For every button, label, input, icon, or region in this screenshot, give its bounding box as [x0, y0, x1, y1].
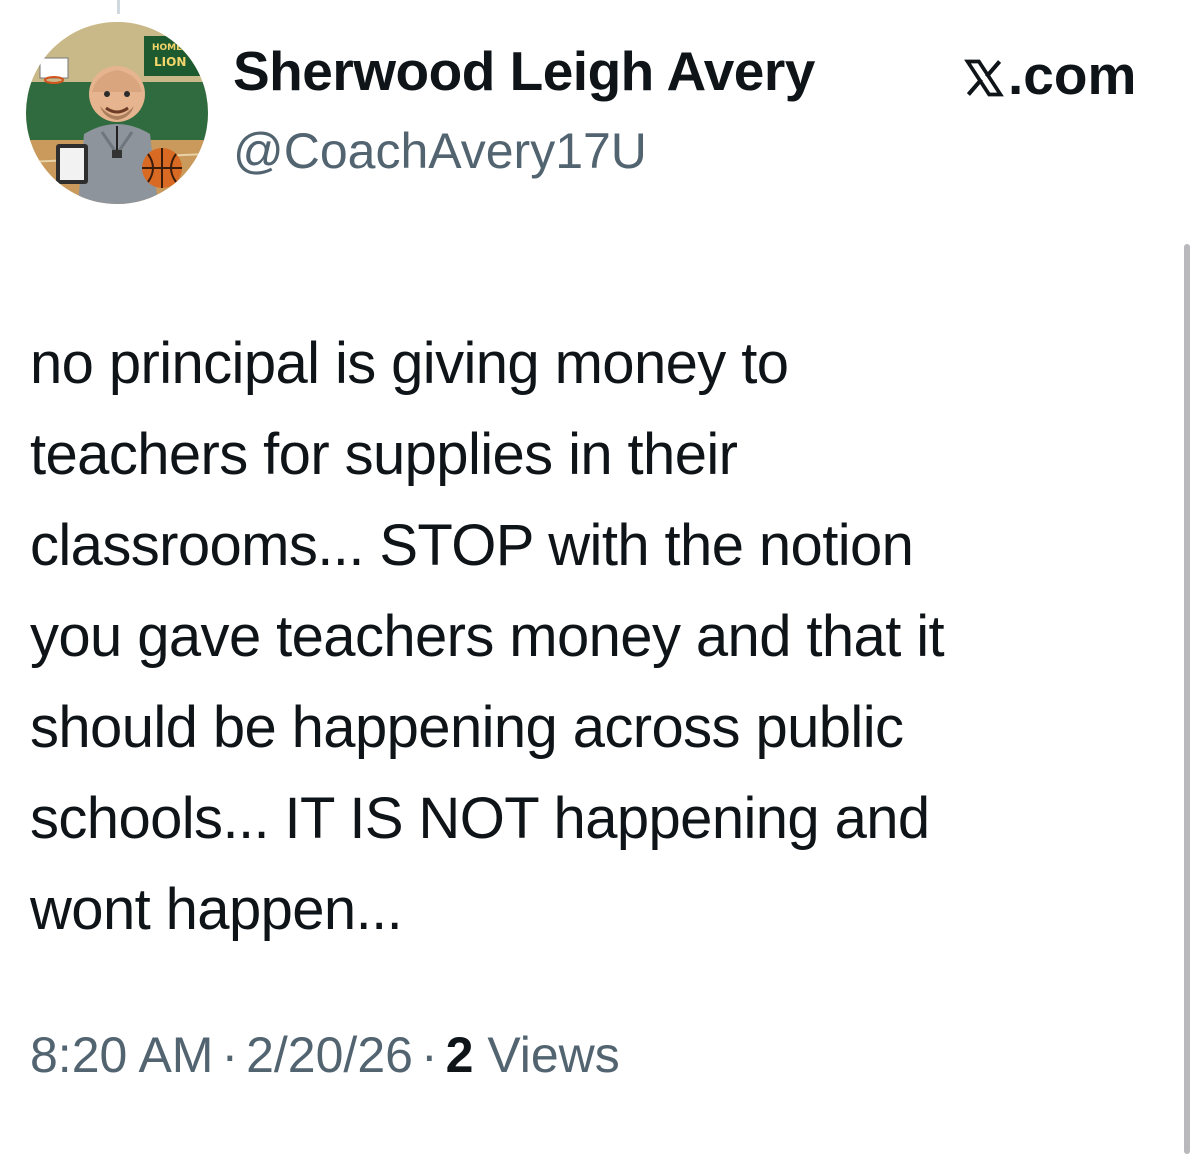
meta-separator: ·: [221, 1027, 239, 1083]
view-count: 2: [445, 1027, 474, 1083]
tweet-body-text: no principal is giving money to teachers…: [30, 331, 945, 942]
views-label[interactable]: Views: [487, 1027, 619, 1083]
tweet-date[interactable]: 2/20/26: [246, 1027, 413, 1083]
tweet-metadata: 8:20 AM · 2/20/26 · 2 Views: [30, 1030, 620, 1080]
meta-separator: ·: [420, 1027, 438, 1083]
author-handle[interactable]: @CoachAvery17U: [233, 126, 647, 176]
x-logo-icon: [962, 54, 1006, 98]
tweet-time[interactable]: 8:20 AM: [30, 1027, 213, 1083]
avatar-illustration: HOME LION: [26, 22, 208, 204]
svg-text:HOME: HOME: [152, 43, 182, 53]
scroll-indicator[interactable]: [1184, 244, 1190, 1154]
author-avatar[interactable]: HOME LION: [26, 22, 208, 204]
thread-connector-line: [117, 0, 120, 14]
site-domain-text: .com: [1008, 44, 1137, 106]
svg-text:LION: LION: [154, 55, 186, 69]
site-label: .com: [962, 48, 1136, 103]
author-display-name[interactable]: Sherwood Leigh Avery: [233, 44, 815, 99]
